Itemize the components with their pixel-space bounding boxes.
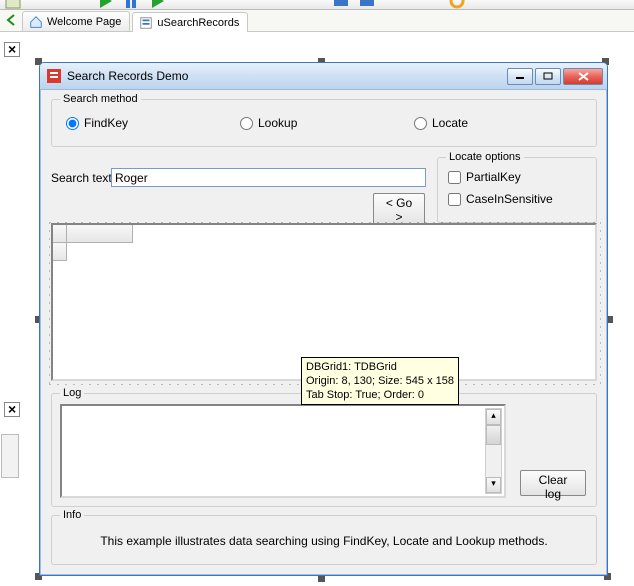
close-button[interactable] [563, 68, 603, 85]
radio-lookup-input[interactable] [240, 117, 253, 130]
pause-icon[interactable] [126, 0, 136, 8]
resize-handle-s[interactable] [318, 575, 325, 582]
dbgrid-col-header[interactable] [67, 225, 133, 243]
radio-locate[interactable]: Locate [414, 116, 468, 130]
tooltip-line: Origin: 8, 130; Size: 545 x 158 [306, 374, 454, 388]
radio-label: Lookup [258, 116, 297, 130]
group-search-method: Search method FindKey Lookup Locate [51, 99, 597, 147]
editor-tabs: Welcome Page uSearchRecords [0, 10, 634, 32]
radio-findkey[interactable]: FindKey [66, 116, 128, 130]
clear-log-button[interactable]: Clear log [520, 470, 586, 496]
designed-form[interactable]: Search Records Demo Search method FindKe… [39, 62, 608, 576]
close-icon[interactable]: × [4, 42, 20, 57]
tooltip-line: DBGrid1: TDBGrid [306, 360, 454, 374]
group-legend: Info [60, 509, 84, 521]
tab-welcome[interactable]: Welcome Page [22, 11, 130, 31]
run-icon[interactable] [152, 0, 164, 8]
dbgrid-selection-dots [46, 219, 50, 385]
ide-toolbar-fragment [0, 0, 634, 10]
label-search-text: Search text: [51, 171, 115, 185]
dock-panel-stub[interactable] [1, 434, 19, 478]
maximize-button[interactable] [535, 68, 561, 85]
scroll-down-icon[interactable]: ▾ [486, 477, 501, 493]
form-designer-canvas: × × Search Records Demo Search method [0, 32, 634, 586]
form-client-area: Search method FindKey Lookup Locate Loca… [45, 93, 602, 570]
home-icon [29, 15, 43, 29]
radio-locate-input[interactable] [414, 117, 427, 130]
dbgrid-header [53, 225, 595, 243]
app-icon [46, 68, 62, 84]
radio-label: Locate [432, 116, 468, 130]
check-label: CaseInSensitive [466, 192, 553, 206]
group-log: Log ▴ ▾ Clear log [51, 393, 597, 507]
check-partialkey-input[interactable] [448, 171, 461, 184]
check-partialkey[interactable]: PartialKey [448, 170, 521, 184]
close-icon[interactable]: × [4, 402, 20, 417]
scroll-up-icon[interactable]: ▴ [486, 409, 501, 425]
group-legend: Locate options [446, 151, 524, 163]
dbgrid-selection-dots [597, 219, 601, 385]
tab-label: Welcome Page [47, 16, 121, 28]
dbgrid-selection-dots [46, 219, 601, 223]
tab-label: uSearchRecords [157, 17, 239, 29]
designer-tooltip: DBGrid1: TDBGrid Origin: 8, 130; Size: 5… [301, 357, 459, 405]
radio-label: FindKey [84, 116, 128, 130]
group-legend: Search method [60, 93, 141, 105]
tooltip-line: Tab Stop: True; Order: 0 [306, 388, 454, 402]
search-input[interactable] [111, 168, 426, 187]
dbgrid-indicator-cell [53, 243, 67, 261]
group-info: Info This example illustrates data searc… [51, 515, 597, 565]
radio-lookup[interactable]: Lookup [240, 116, 297, 130]
table-row[interactable] [53, 243, 595, 261]
stepinto-icon[interactable] [360, 0, 374, 6]
toolbar-icon[interactable] [6, 0, 20, 8]
tab-usearchrecords[interactable]: uSearchRecords [132, 12, 248, 32]
check-caseinsensitive[interactable]: CaseInSensitive [448, 192, 553, 206]
refresh-icon[interactable] [451, 0, 463, 7]
titlebar[interactable]: Search Records Demo [40, 63, 607, 90]
check-caseinsensitive-input[interactable] [448, 193, 461, 206]
scroll-thumb[interactable] [486, 425, 501, 445]
back-icon[interactable] [4, 12, 20, 28]
group-legend: Log [60, 387, 84, 399]
minimize-button[interactable] [507, 68, 533, 85]
play-icon[interactable] [100, 0, 112, 8]
group-locate-options: Locate options PartialKey CaseInSensitiv… [437, 157, 597, 223]
scrollbar[interactable]: ▴ ▾ [485, 408, 502, 494]
form-title: Search Records Demo [67, 69, 505, 83]
check-label: PartialKey [466, 170, 521, 184]
radio-findkey-input[interactable] [66, 117, 79, 130]
unit-icon [139, 16, 153, 30]
info-text: This example illustrates data searching … [52, 534, 596, 548]
log-memo[interactable]: ▴ ▾ [60, 404, 506, 498]
stepover-icon[interactable] [334, 0, 348, 6]
dbgrid-indicator-header [53, 225, 67, 243]
